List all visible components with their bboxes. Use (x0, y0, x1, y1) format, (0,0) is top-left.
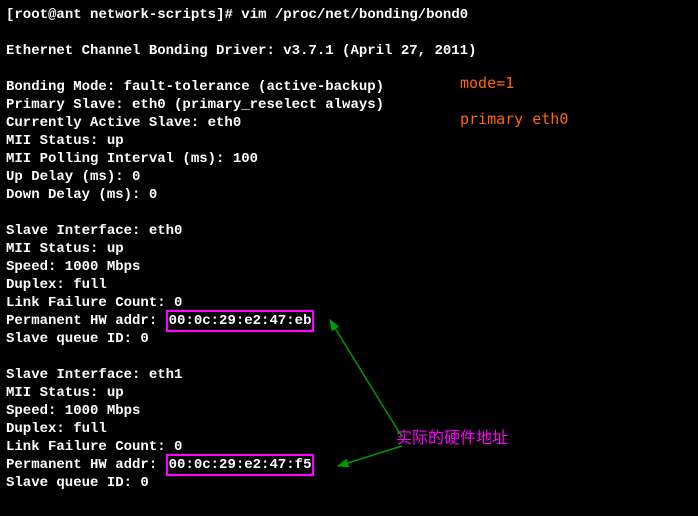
mii-polling-line: MII Polling Interval (ms): 100 (6, 150, 692, 168)
mii-status-line: MII Status: up (6, 132, 692, 150)
slave1-interface-line: Slave Interface: eth0 (6, 222, 692, 240)
slave2-mii-line: MII Status: up (6, 384, 692, 402)
down-delay-line: Down Delay (ms): 0 (6, 186, 692, 204)
primary-slave-line: Primary Slave: eth0 (primary_reselect al… (6, 96, 692, 114)
terminal-prompt-line: [root@ant network-scripts]# vim /proc/ne… (6, 6, 692, 24)
slave2-hw-addr-highlight: 00:0c:29:e2:47:f5 (166, 454, 315, 476)
up-delay-line: Up Delay (ms): 0 (6, 168, 692, 186)
annotation-mode: mode=1 (460, 74, 514, 92)
slave1-hw-label: Permanent HW addr: (6, 313, 166, 329)
slave2-speed-line: Speed: 1000 Mbps (6, 402, 692, 420)
blank-line (6, 348, 692, 366)
prompt-cwd: network-scripts (90, 7, 216, 23)
prompt-command: vim /proc/net/bonding/bond0 (241, 7, 468, 23)
blank-line (6, 204, 692, 222)
slave1-speed-line: Speed: 1000 Mbps (6, 258, 692, 276)
slave1-duplex-line: Duplex: full (6, 276, 692, 294)
slave2-duplex-line: Duplex: full (6, 420, 692, 438)
slave2-interface-line: Slave Interface: eth1 (6, 366, 692, 384)
slave1-queue-line: Slave queue ID: 0 (6, 330, 692, 348)
driver-line: Ethernet Channel Bonding Driver: v3.7.1 … (6, 42, 692, 60)
prompt-user: root (14, 7, 48, 23)
slave2-queue-line: Slave queue ID: 0 (6, 474, 692, 492)
slave1-linkfail-line: Link Failure Count: 0 (6, 294, 692, 312)
annotation-primary: primary eth0 (460, 110, 568, 128)
slave2-hw-line: Permanent HW addr: 00:0c:29:e2:47:f5 (6, 456, 692, 474)
blank-line (6, 24, 692, 42)
active-slave-line: Currently Active Slave: eth0 (6, 114, 692, 132)
blank-line (6, 60, 692, 78)
slave1-hw-addr-highlight: 00:0c:29:e2:47:eb (166, 310, 315, 332)
slave1-hw-line: Permanent HW addr: 00:0c:29:e2:47:eb (6, 312, 692, 330)
annotation-hw-label: 实际的硬件地址 (396, 430, 508, 448)
slave2-hw-label: Permanent HW addr: (6, 457, 166, 473)
bonding-mode-line: Bonding Mode: fault-tolerance (active-ba… (6, 78, 692, 96)
slave1-mii-line: MII Status: up (6, 240, 692, 258)
slave2-linkfail-line: Link Failure Count: 0 (6, 438, 692, 456)
prompt-host: ant (56, 7, 81, 23)
